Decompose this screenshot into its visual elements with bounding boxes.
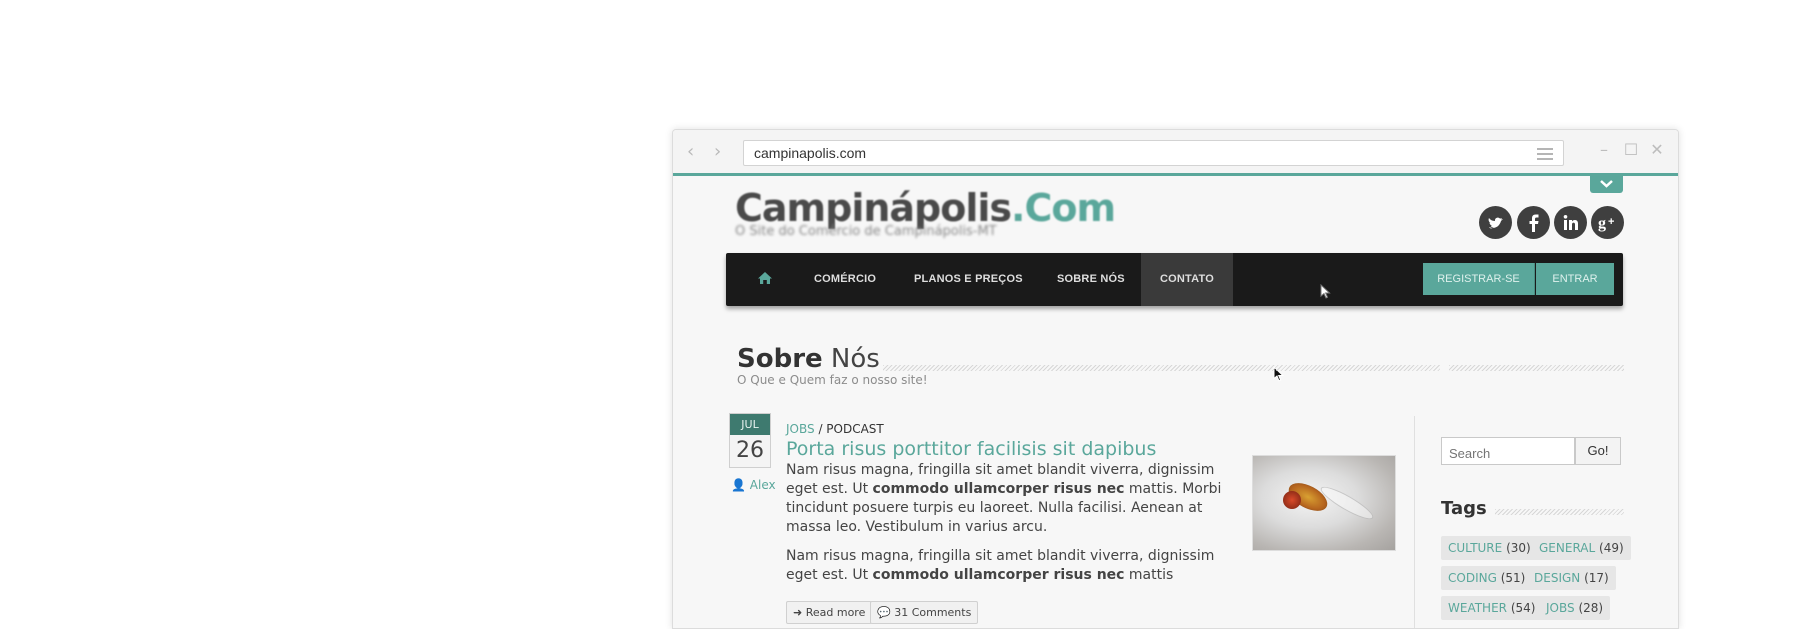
search-input[interactable] <box>1441 437 1575 465</box>
nav-item-comercio[interactable]: COMÉRCIO <box>814 253 876 306</box>
pointer-cursor-icon <box>1320 284 1331 299</box>
collapse-toggle[interactable] <box>1590 176 1623 193</box>
hamburger-menu-icon[interactable] <box>1537 148 1553 160</box>
comment-icon: 💬 <box>877 606 891 619</box>
post-thumbnail[interactable] <box>1252 455 1396 551</box>
main-navbar: COMÉRCIO PLANOS E PREÇOS SOBRE NÓS CONTA… <box>726 253 1623 306</box>
tag-coding[interactable]: CODING (51) <box>1441 566 1533 590</box>
post-date: JUL 26 <box>729 413 771 468</box>
page-subtitle: O Que e Quem faz o nosso site! <box>737 373 928 387</box>
title-rule-right <box>1449 365 1624 371</box>
url-text: campinapolis.com <box>754 145 867 161</box>
google-plus-icon[interactable]: g + <box>1591 206 1624 239</box>
svg-text:g: g <box>1598 215 1606 232</box>
tags-heading: Tags <box>1441 498 1487 519</box>
nav-item-contato[interactable]: CONTATO <box>1141 253 1233 306</box>
page-title: Sobre Nós <box>737 344 880 374</box>
forward-arrow-icon[interactable]: › <box>714 143 728 161</box>
post-excerpt: Nam risus magna, fringilla sit amet blan… <box>786 462 1222 583</box>
post-author[interactable]: 👤 Alex <box>731 478 776 492</box>
browser-window: ‹ › campinapolis.com – ☐ ✕ Campinápolis.… <box>672 129 1679 629</box>
tag-design[interactable]: DESIGN (17) <box>1527 566 1616 590</box>
tag-culture[interactable]: CULTURE (30) <box>1441 536 1538 560</box>
sidebar-divider <box>1414 416 1415 628</box>
comments-button[interactable]: 💬 31 Comments <box>870 601 979 624</box>
tag-weather[interactable]: WEATHER (54) <box>1441 596 1543 620</box>
read-more-button[interactable]: ➜ Read more <box>786 601 873 624</box>
post-title[interactable]: Porta risus porttitor facilisis sit dapi… <box>786 438 1156 460</box>
svg-text:+: + <box>1608 216 1614 228</box>
linkedin-icon[interactable] <box>1554 206 1587 239</box>
nav-item-planos-precos[interactable]: PLANOS E PREÇOS <box>914 253 1023 306</box>
post-categories: JOBS / PODCAST <box>786 422 884 436</box>
tag-general[interactable]: GENERAL (49) <box>1532 536 1631 560</box>
category-link-podcast[interactable]: PODCAST <box>826 422 883 436</box>
tag-jobs[interactable]: JOBS (28) <box>1539 596 1611 620</box>
tags-rule <box>1495 509 1624 515</box>
nav-item-sobre-nos[interactable]: SOBRE NÓS <box>1057 253 1125 306</box>
close-icon[interactable]: ✕ <box>1649 142 1665 158</box>
category-link-jobs[interactable]: JOBS <box>786 422 815 436</box>
user-icon: 👤 <box>731 478 746 492</box>
register-button[interactable]: REGISTRAR-SE <box>1423 263 1535 295</box>
browser-toolbar: ‹ › campinapolis.com – ☐ ✕ <box>673 130 1678 176</box>
address-bar[interactable]: campinapolis.com <box>743 140 1564 166</box>
title-rule-left <box>883 365 1440 371</box>
site-tagline: O Site do Comércio de Campinápolis-MT <box>735 224 997 239</box>
home-icon[interactable] <box>757 271 773 285</box>
post-day: 26 <box>736 438 764 463</box>
search-go-button[interactable]: Go! <box>1575 437 1621 465</box>
back-arrow-icon[interactable]: ‹ <box>687 143 701 161</box>
twitter-icon[interactable] <box>1479 206 1512 239</box>
post-month: JUL <box>730 414 770 435</box>
chevron-down-icon <box>1600 180 1613 188</box>
maximize-icon[interactable]: ☐ <box>1623 142 1639 158</box>
facebook-icon[interactable] <box>1517 206 1550 239</box>
web-page: Campinápolis.Com O Site do Comércio de C… <box>673 176 1678 628</box>
minimize-icon[interactable]: – <box>1596 142 1612 158</box>
login-button[interactable]: ENTRAR <box>1536 263 1614 295</box>
arrow-circle-icon: ➜ <box>793 606 803 619</box>
